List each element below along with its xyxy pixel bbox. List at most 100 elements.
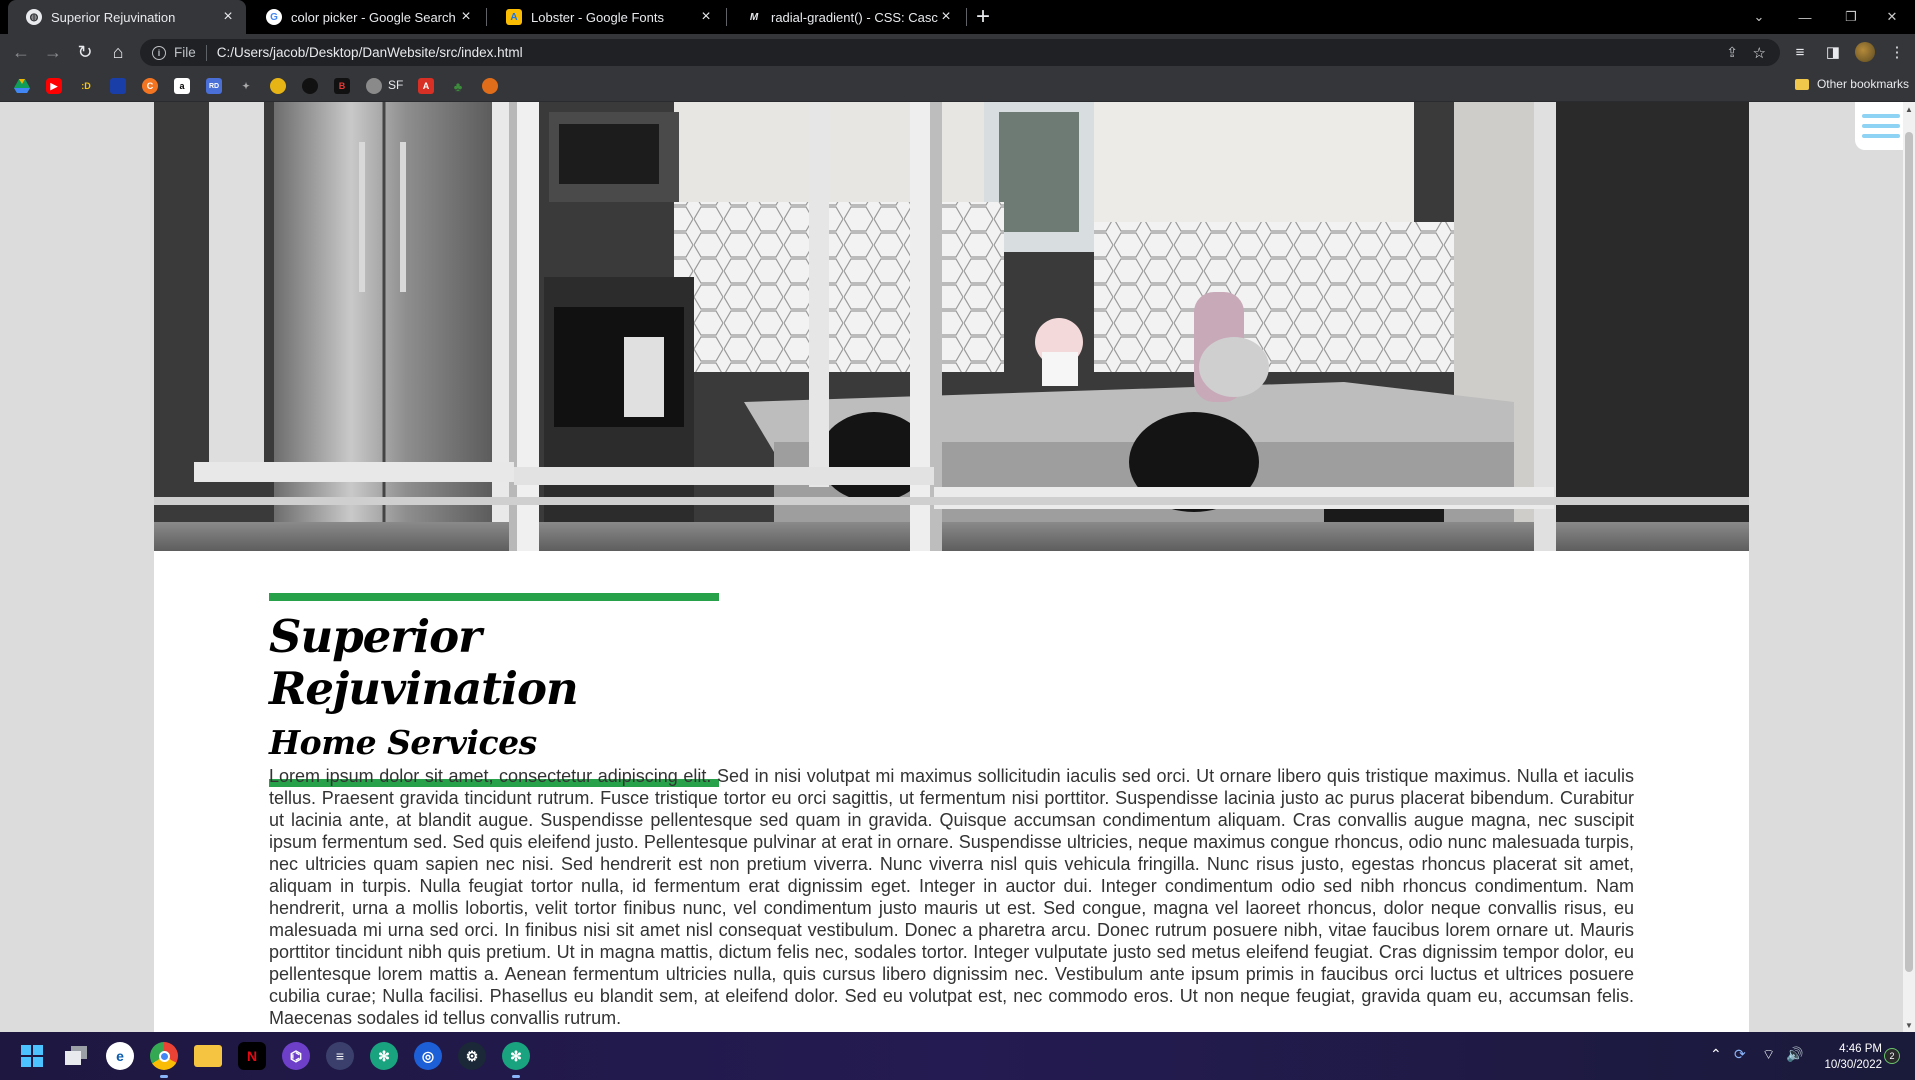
- tab-color-picker[interactable]: G color picker - Google Search ×: [248, 0, 484, 34]
- scheme-label: File: [174, 45, 196, 60]
- bookmark-yellow-icon[interactable]: [270, 78, 286, 94]
- page-scrollbar[interactable]: ▲ ▼: [1903, 102, 1915, 1032]
- scroll-thumb[interactable]: [1905, 132, 1913, 972]
- url-text[interactable]: C:/Users/jacob/Desktop/DanWebsite/src/in…: [217, 45, 523, 60]
- address-bar[interactable]: i File C:/Users/jacob/Desktop/DanWebsite…: [140, 39, 1780, 66]
- menu-icon[interactable]: ⋮: [1887, 42, 1907, 62]
- folder-icon: [1794, 78, 1809, 90]
- steam-icon[interactable]: ⚙: [458, 1042, 486, 1070]
- chrome-icon[interactable]: [150, 1042, 178, 1070]
- close-window-icon[interactable]: ✕: [1869, 0, 1915, 34]
- bookmark-star-icon[interactable]: ☆: [1753, 44, 1766, 62]
- sf-bookmark-label[interactable]: SF: [388, 78, 403, 92]
- body-paragraph: Lorem ipsum dolor sit amet, consectetur …: [269, 766, 1634, 1028]
- hamburger-line: [1862, 114, 1900, 118]
- new-tab-icon[interactable]: +: [976, 3, 990, 31]
- back-icon[interactable]: ←: [9, 40, 33, 64]
- clock-time: 4:46 PM: [1839, 1043, 1882, 1055]
- terminal-icon[interactable]: ≡: [326, 1042, 354, 1070]
- forward-icon[interactable]: →: [41, 40, 65, 64]
- bookmark-green-icon[interactable]: ♣: [450, 78, 466, 94]
- taskbar-clock[interactable]: 4:46 PM 10/30/2022: [1812, 1041, 1882, 1073]
- app-running-indicator: [512, 1075, 520, 1078]
- mdn-icon: M: [749, 11, 759, 23]
- page-viewport: Superior Rejuvination Home Services Lore…: [0, 102, 1915, 1032]
- bookmark-black-icon[interactable]: [302, 78, 318, 94]
- tab-label: Superior Rejuvination: [51, 9, 176, 25]
- bookmarks-bar: ▶ :D C a RD ✦ B SF A ♣ Other bookmarks: [0, 70, 1915, 102]
- tab-superior-rejuvination[interactable]: ◍ Superior Rejuvination ×: [8, 0, 246, 34]
- file-explorer-icon[interactable]: [194, 1045, 222, 1067]
- google-fonts-icon: A: [506, 9, 522, 25]
- tab-divider: [726, 8, 727, 26]
- close-icon[interactable]: ×: [698, 8, 714, 26]
- bookmark-orange-icon[interactable]: [482, 78, 498, 94]
- home-icon[interactable]: ⌂: [106, 40, 130, 64]
- chrome-running-indicator: [160, 1075, 168, 1078]
- netflix-icon[interactable]: N: [238, 1042, 266, 1070]
- scroll-up-icon[interactable]: ▲: [1903, 102, 1915, 116]
- amazon-icon[interactable]: a: [174, 78, 190, 94]
- globe-icon: ◍: [26, 9, 42, 25]
- reading-list-icon[interactable]: ≡: [1790, 42, 1810, 62]
- tray-overflow-icon[interactable]: ⌃: [1710, 1046, 1722, 1063]
- hamburger-line: [1862, 134, 1900, 138]
- clock-date: 10/30/2022: [1824, 1059, 1882, 1071]
- b-icon[interactable]: B: [334, 78, 350, 94]
- task-view-icon[interactable]: [62, 1042, 90, 1070]
- close-icon[interactable]: ×: [220, 8, 236, 26]
- reload-icon[interactable]: ↻: [73, 40, 97, 64]
- other-bookmarks[interactable]: Other bookmarks: [1794, 77, 1909, 91]
- rally-data-icon[interactable]: RD: [206, 78, 222, 94]
- windows-start-icon[interactable]: [18, 1042, 46, 1070]
- heading-block: Superior Rejuvination Home Services: [269, 593, 719, 787]
- chatgpt-icon-2[interactable]: ✻: [502, 1042, 530, 1070]
- close-icon[interactable]: ×: [458, 8, 474, 26]
- google-icon: G: [266, 9, 282, 25]
- kitchen-photo: [154, 102, 1749, 551]
- tab-divider: [966, 8, 967, 26]
- notification-badge[interactable]: 2: [1884, 1048, 1900, 1064]
- hamburger-menu-icon[interactable]: [1855, 102, 1907, 150]
- chatgpt-icon[interactable]: ✻: [370, 1042, 398, 1070]
- share-icon[interactable]: ⇪: [1726, 44, 1738, 61]
- tab-label: Lobster - Google Fonts: [531, 9, 664, 25]
- tab-label: radial-gradient() - CSS: Cascading: [771, 9, 938, 25]
- omnibox-divider: [205, 44, 207, 61]
- sync-icon[interactable]: ⟳: [1734, 1046, 1746, 1063]
- other-bookmarks-label: Other bookmarks: [1816, 77, 1909, 91]
- tab-divider: [486, 8, 487, 26]
- sf-icon[interactable]: [366, 78, 382, 94]
- hamburger-line: [1862, 124, 1900, 128]
- tab-lobster-fonts[interactable]: A Lobster - Google Fonts ×: [488, 0, 724, 34]
- crunchyroll-icon[interactable]: C: [142, 78, 158, 94]
- volume-icon[interactable]: 🔊: [1786, 1046, 1803, 1063]
- profile-avatar[interactable]: [1855, 42, 1875, 62]
- page-subtitle: Home Services: [269, 723, 537, 762]
- tab-search-icon[interactable]: ⌄: [1736, 0, 1782, 34]
- page-title: Superior Rejuvination: [269, 610, 579, 715]
- edge-icon[interactable]: e: [106, 1042, 134, 1070]
- wifi-icon[interactable]: ⌔: [1762, 1046, 1775, 1064]
- ubisoft-icon[interactable]: ◎: [414, 1042, 442, 1070]
- youtube-icon[interactable]: ▶: [46, 78, 62, 94]
- side-panel-icon[interactable]: ◨: [1823, 42, 1843, 62]
- bookmark-red-icon[interactable]: A: [418, 78, 434, 94]
- scroll-down-icon[interactable]: ▼: [1903, 1018, 1915, 1032]
- minimize-icon[interactable]: —: [1782, 0, 1828, 34]
- restore-icon[interactable]: ❐: [1828, 0, 1874, 34]
- tab-strip: ◍ Superior Rejuvination × G color picker…: [0, 0, 1915, 34]
- close-icon[interactable]: ×: [938, 8, 954, 26]
- bookmark-blue-icon[interactable]: [110, 78, 126, 94]
- site-info-icon[interactable]: i: [152, 45, 166, 60]
- bookmark-dark-icon[interactable]: ✦: [238, 78, 254, 94]
- windows-taskbar: e N ⌬ ≡ ✻ ◎ ⚙ ✻ ⌃ ⟳ ⌔ 🔊 4:46 PM 10/30/20…: [0, 1032, 1915, 1080]
- github-icon[interactable]: ⌬: [282, 1042, 310, 1070]
- accent-bar-top: [269, 593, 719, 601]
- tab-label: color picker - Google Search: [291, 9, 456, 25]
- d-icon[interactable]: :D: [78, 78, 94, 94]
- browser-toolbar: ← → ↻ ⌂ i File C:/Users/jacob/Desktop/Da…: [0, 34, 1915, 70]
- page-container: Superior Rejuvination Home Services Lore…: [154, 102, 1749, 1032]
- google-drive-icon[interactable]: [14, 78, 30, 94]
- tab-radial-gradient[interactable]: M radial-gradient() - CSS: Cascading ×: [728, 0, 964, 34]
